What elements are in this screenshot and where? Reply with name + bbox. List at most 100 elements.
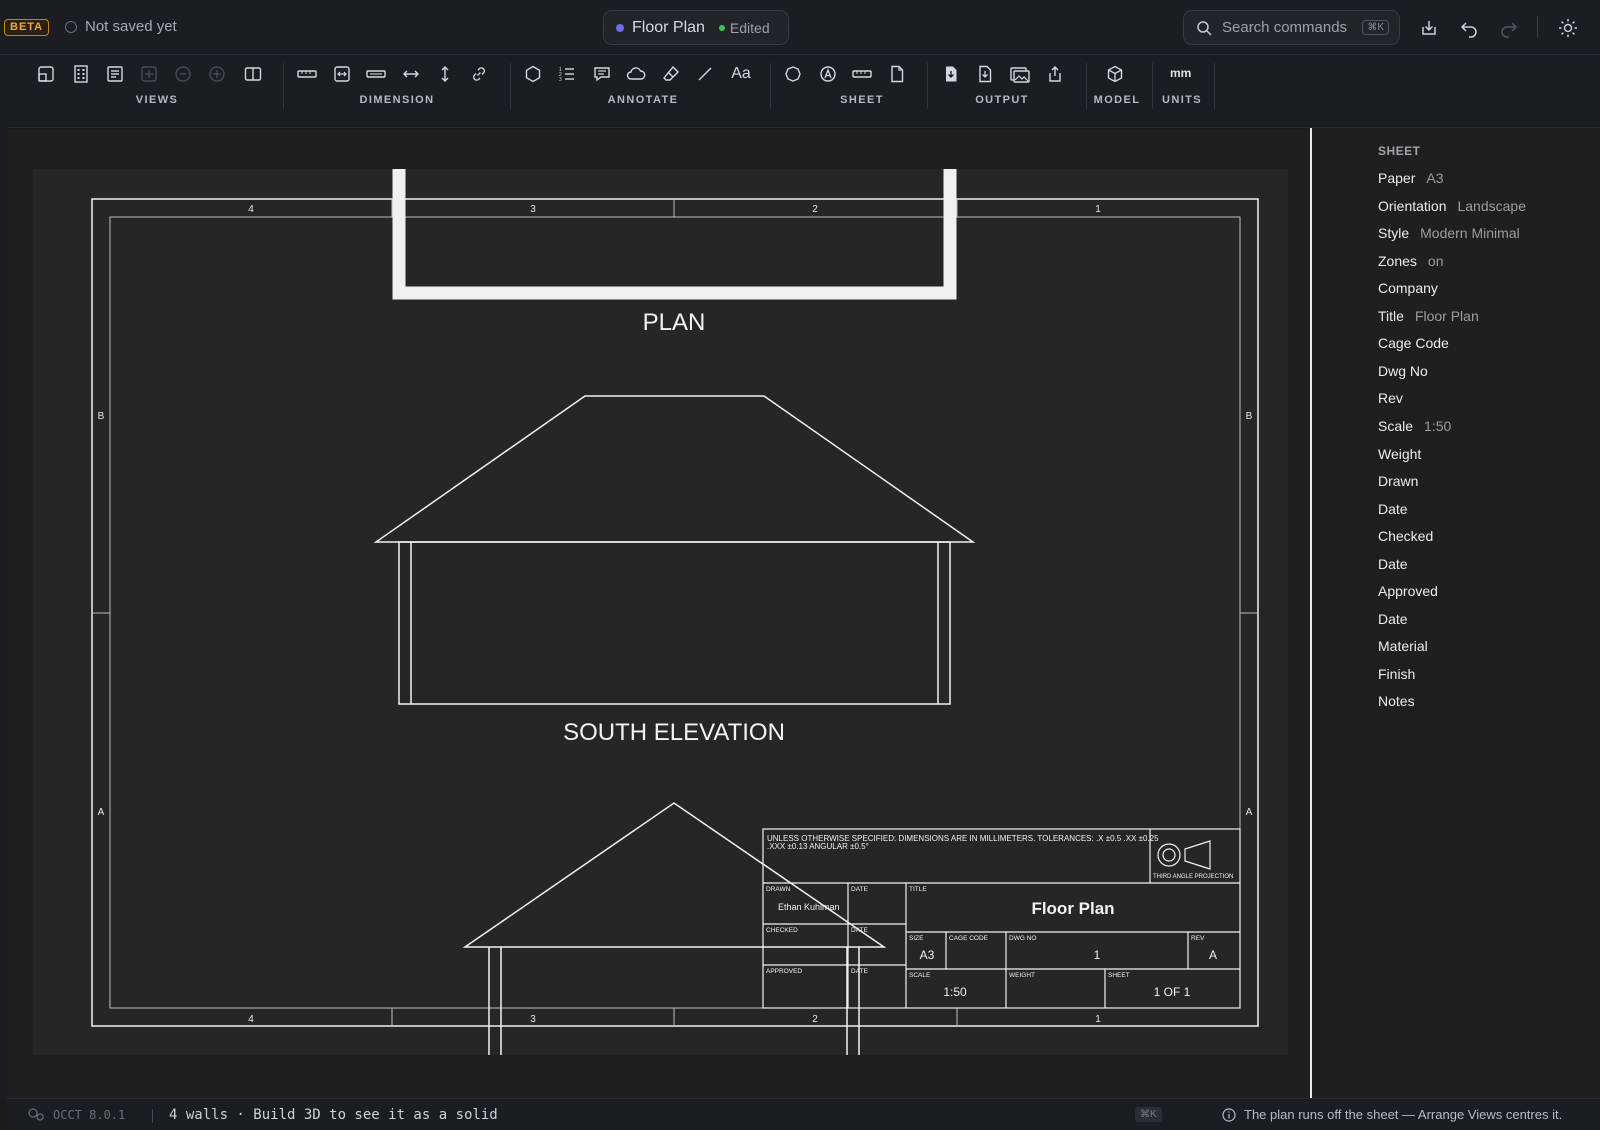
scale-bar-icon[interactable] bbox=[851, 63, 873, 85]
dwg-no-label: DWG NO bbox=[1009, 935, 1036, 942]
drawn-date-label: DATE bbox=[851, 886, 869, 893]
zone-label-top-3: 3 bbox=[530, 204, 536, 215]
top-bar: BETA Not saved yet Floor Plan Edited Sea… bbox=[0, 0, 1600, 55]
status-message: 4 walls · Build 3D to see it as a solid bbox=[169, 1107, 498, 1123]
stamp-icon[interactable] bbox=[817, 63, 839, 85]
drawn-value: Ethan Kuhlman bbox=[778, 902, 840, 912]
add-circle-icon[interactable] bbox=[206, 63, 228, 85]
prop-material[interactable]: Material bbox=[1378, 638, 1439, 654]
prop-checked-date[interactable]: Date bbox=[1378, 556, 1419, 572]
ruler-dimension-icon[interactable] bbox=[365, 63, 387, 85]
ribbon-toolbar: VIEWS DIMENSION 123 Aa ANNOTATE SHEET OU… bbox=[7, 55, 1600, 128]
rev-value: A bbox=[1209, 948, 1217, 962]
group-label-units: UNITS bbox=[1162, 94, 1202, 106]
prop-approved-date[interactable]: Date bbox=[1378, 611, 1419, 627]
title-label: TITLE bbox=[909, 886, 927, 893]
hexagon-balloon-icon[interactable] bbox=[522, 63, 544, 85]
export-file-icon[interactable] bbox=[974, 63, 996, 85]
prop-approved[interactable]: Approved bbox=[1378, 583, 1449, 599]
rev-label: REV bbox=[1191, 935, 1205, 942]
dwg-no-value: 1 bbox=[1094, 948, 1101, 962]
export-image-icon[interactable] bbox=[1009, 63, 1031, 85]
link-dimension-icon[interactable] bbox=[468, 63, 490, 85]
revision-cloud-icon[interactable] bbox=[625, 63, 647, 85]
add-view-icon[interactable] bbox=[138, 63, 160, 85]
line-icon[interactable] bbox=[694, 63, 716, 85]
scale-label: SCALE bbox=[909, 972, 931, 979]
prop-paper[interactable]: Paper A3 bbox=[1378, 170, 1443, 186]
prop-scale[interactable]: Scale 1:50 bbox=[1378, 418, 1451, 434]
beta-badge: BETA bbox=[4, 19, 50, 36]
cage-code-label: CAGE CODE bbox=[949, 935, 989, 942]
prop-orientation[interactable]: Orientation Landscape bbox=[1378, 198, 1526, 214]
comment-icon[interactable] bbox=[591, 63, 613, 85]
undo-icon[interactable] bbox=[1457, 16, 1481, 40]
divider bbox=[927, 63, 928, 109]
group-label-model: MODEL bbox=[1093, 94, 1141, 106]
divider bbox=[1214, 63, 1215, 109]
status-warning: The plan runs off the sheet — Arrange Vi… bbox=[1222, 1107, 1562, 1122]
prop-rev[interactable]: Rev bbox=[1378, 390, 1414, 406]
zone-label-left-b: B bbox=[98, 411, 105, 422]
edited-dot-icon bbox=[718, 24, 725, 31]
aligned-dimension-icon[interactable] bbox=[331, 63, 353, 85]
divider bbox=[1152, 63, 1153, 109]
zone-label-right-a: A bbox=[1246, 807, 1253, 818]
eraser-icon[interactable] bbox=[660, 63, 682, 85]
divider bbox=[1537, 16, 1538, 38]
sheet-border-icon[interactable] bbox=[782, 63, 804, 85]
prop-cage-code[interactable]: Cage Code bbox=[1378, 335, 1460, 351]
zone-label-bottom-2: 2 bbox=[812, 1014, 818, 1025]
vertical-dimension-icon[interactable] bbox=[434, 63, 456, 85]
numbered-list-icon[interactable]: 123 bbox=[556, 63, 578, 85]
base-view-icon[interactable] bbox=[35, 63, 57, 85]
weight-label: WEIGHT bbox=[1009, 972, 1035, 979]
export-pdf-icon[interactable] bbox=[940, 63, 962, 85]
zone-label-left-a: A bbox=[98, 807, 105, 818]
scale-value: 1:50 bbox=[943, 985, 967, 999]
status-bar: OCCT 8.0.1 4 walls · Build 3D to see it … bbox=[7, 1098, 1600, 1130]
prop-drawn[interactable]: Drawn bbox=[1378, 473, 1429, 489]
prop-finish[interactable]: Finish bbox=[1378, 666, 1426, 682]
status-shortcut[interactable]: ⌘K bbox=[1135, 1107, 1162, 1122]
linear-dimension-icon[interactable] bbox=[296, 63, 318, 85]
search-shortcut: ⌘K bbox=[1362, 20, 1389, 35]
redo-icon[interactable] bbox=[1497, 16, 1521, 40]
document-color-dot bbox=[616, 23, 624, 32]
page-icon[interactable] bbox=[886, 63, 908, 85]
divider bbox=[770, 63, 771, 109]
approved-label: APPROVED bbox=[766, 968, 802, 975]
zone-label-right-b: B bbox=[1246, 411, 1253, 422]
left-edge bbox=[0, 55, 7, 1100]
text-tool-icon[interactable]: Aa bbox=[727, 63, 755, 85]
units-selector[interactable]: mm bbox=[1170, 66, 1191, 80]
prop-weight[interactable]: Weight bbox=[1378, 446, 1432, 462]
split-view-icon[interactable] bbox=[242, 63, 264, 85]
divider bbox=[1086, 63, 1087, 109]
theme-toggle-sun-icon[interactable] bbox=[1556, 16, 1580, 40]
prop-title[interactable]: Title Floor Plan bbox=[1378, 308, 1479, 324]
prop-zones[interactable]: Zones on bbox=[1378, 253, 1444, 269]
south-elevation-label: SOUTH ELEVATION bbox=[563, 719, 785, 746]
svg-text:3: 3 bbox=[559, 77, 562, 83]
search-commands[interactable]: Search commands ⌘K bbox=[1183, 10, 1400, 45]
prop-notes[interactable]: Notes bbox=[1378, 693, 1426, 709]
horizontal-dimension-icon[interactable] bbox=[400, 63, 422, 85]
document-title-pill[interactable]: Floor Plan Edited bbox=[603, 10, 789, 45]
edited-status: Edited bbox=[729, 19, 770, 36]
building-view-icon[interactable] bbox=[70, 63, 92, 85]
status-warning-text: The plan runs off the sheet — Arrange Vi… bbox=[1244, 1107, 1563, 1122]
share-icon[interactable] bbox=[1044, 63, 1066, 85]
detail-view-icon[interactable] bbox=[172, 63, 194, 85]
section-view-icon[interactable] bbox=[104, 63, 126, 85]
prop-dwg-no[interactable]: Dwg No bbox=[1378, 363, 1439, 379]
drawing-sheet[interactable]: 4 3 2 1 4 3 2 1 B A B A PLAN SOUTH ELEVA… bbox=[33, 169, 1288, 1055]
cube-model-icon[interactable] bbox=[1104, 63, 1126, 85]
prop-style[interactable]: Style Modern Minimal bbox=[1378, 225, 1520, 241]
prop-company[interactable]: Company bbox=[1378, 280, 1449, 296]
save-download-icon[interactable] bbox=[1417, 16, 1441, 40]
prop-drawn-date[interactable]: Date bbox=[1378, 501, 1419, 517]
divider bbox=[152, 1109, 153, 1123]
title-block-note-2: .XXX ±0.13 ANGULAR ±0.5° bbox=[767, 842, 869, 851]
prop-checked[interactable]: Checked bbox=[1378, 528, 1444, 544]
